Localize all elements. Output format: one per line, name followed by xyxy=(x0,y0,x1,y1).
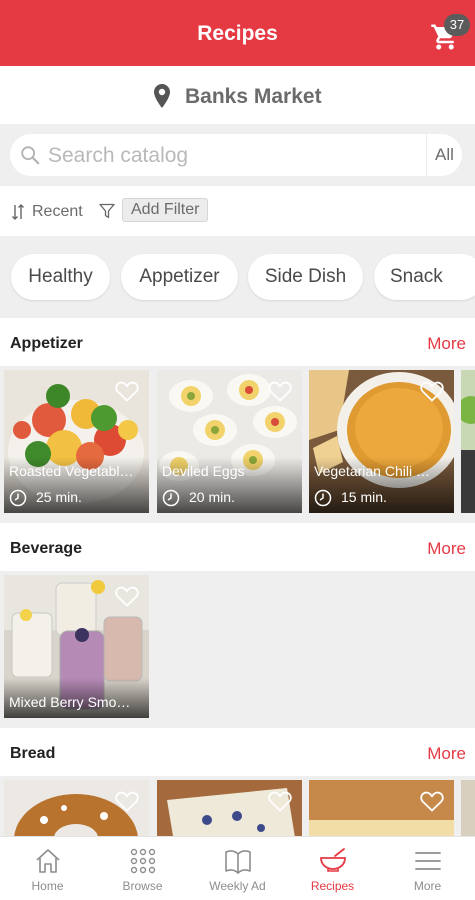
nav-home[interactable]: Home xyxy=(0,837,95,900)
chip-snack[interactable]: Snack xyxy=(374,254,475,300)
clock-icon xyxy=(9,489,27,507)
more-link[interactable]: More xyxy=(427,744,466,764)
recipe-name: Deviled Eggs xyxy=(162,463,245,479)
heart-icon[interactable] xyxy=(115,790,139,812)
recipe-card[interactable] xyxy=(157,780,302,836)
recipe-image xyxy=(461,370,475,513)
recipe-row-bread xyxy=(0,776,475,836)
nav-label: Browse xyxy=(122,879,163,893)
heart-icon[interactable] xyxy=(420,790,444,812)
recipe-card[interactable]: Deviled Eggs 20 min. xyxy=(157,370,302,513)
search-scope-button[interactable]: All xyxy=(426,134,462,176)
nav-label: Recipes xyxy=(310,879,355,893)
recipe-card-partial[interactable] xyxy=(461,370,475,513)
section-header-bread: Bread More xyxy=(0,728,475,776)
recipe-row-beverage: Mixed Berry Smo… xyxy=(0,571,475,727)
nav-label: Weekly Ad xyxy=(209,879,266,893)
home-icon xyxy=(36,849,60,873)
store-selector[interactable]: Banks Market xyxy=(0,66,475,124)
recipe-name: Mixed Berry Smo… xyxy=(9,694,131,710)
search-area: Search catalog All xyxy=(0,124,475,186)
recipe-name: Vegetarian Chili … xyxy=(314,463,430,479)
chip-side-dish[interactable]: Side Dish xyxy=(248,254,363,300)
sort-label[interactable]: Recent xyxy=(32,203,83,221)
recipe-image xyxy=(461,780,475,836)
recipe-card[interactable]: Mixed Berry Smo… xyxy=(4,575,149,718)
heart-icon[interactable] xyxy=(115,380,139,402)
clock-icon xyxy=(162,489,180,507)
nav-label: Home xyxy=(31,879,64,893)
cart-button[interactable]: 37 xyxy=(430,14,470,56)
search-icon xyxy=(21,146,40,165)
bowl-icon xyxy=(320,848,346,872)
filter-bar: Recent Add Filter xyxy=(0,186,475,236)
recipe-card[interactable]: Roasted Vegetabl… 25 min. xyxy=(4,370,149,513)
recipe-row-appetizer: Roasted Vegetabl… 25 min. Deviled Eggs 2… xyxy=(0,366,475,522)
recipe-card[interactable] xyxy=(309,780,454,836)
search-placeholder: Search catalog xyxy=(48,144,189,167)
recipe-card[interactable]: Vegetarian Chili … 15 min. xyxy=(309,370,454,513)
book-icon xyxy=(225,850,251,874)
recipe-time-label: 15 min. xyxy=(341,489,387,505)
section-title: Bread xyxy=(10,745,56,762)
filter-icon[interactable] xyxy=(99,203,115,219)
recipe-name: Roasted Vegetabl… xyxy=(9,463,134,479)
clock-icon xyxy=(314,489,332,507)
search-input[interactable]: Search catalog All xyxy=(10,134,462,176)
sort-icon[interactable] xyxy=(11,203,25,221)
chip-healthy[interactable]: Healthy xyxy=(11,254,110,300)
heart-icon[interactable] xyxy=(268,790,292,812)
cart-count-badge: 37 xyxy=(444,14,470,36)
nav-recipes[interactable]: Recipes xyxy=(285,837,380,900)
heart-icon[interactable] xyxy=(115,585,139,607)
recipe-time-label: 20 min. xyxy=(189,489,235,505)
nav-label: More xyxy=(413,879,442,893)
category-chips: Healthy Appetizer Side Dish Snack xyxy=(0,236,475,316)
section-header-beverage: Beverage More xyxy=(0,523,475,571)
more-link[interactable]: More xyxy=(427,539,466,559)
nav-browse[interactable]: Browse xyxy=(95,837,190,900)
more-link[interactable]: More xyxy=(427,334,466,354)
location-pin-icon xyxy=(154,84,170,108)
recipe-card-partial[interactable] xyxy=(461,780,475,836)
grid-icon xyxy=(130,848,156,874)
store-name: Banks Market xyxy=(185,85,322,108)
recipe-time-label: 25 min. xyxy=(36,489,82,505)
recipe-card[interactable] xyxy=(4,780,149,836)
section-header-appetizer: Appetizer More xyxy=(0,318,475,366)
menu-icon xyxy=(415,852,441,870)
bottom-nav: Home Browse Weekly Ad Recipes More xyxy=(0,836,475,900)
section-title: Appetizer xyxy=(10,335,83,352)
app-bar: Recipes 37 xyxy=(0,0,475,66)
heart-icon[interactable] xyxy=(268,380,292,402)
chip-appetizer[interactable]: Appetizer xyxy=(121,254,238,300)
nav-more[interactable]: More xyxy=(380,837,475,900)
section-title: Beverage xyxy=(10,540,83,557)
add-filter-button[interactable]: Add Filter xyxy=(122,198,209,222)
heart-icon[interactable] xyxy=(420,380,444,402)
nav-weekly-ad[interactable]: Weekly Ad xyxy=(190,837,285,900)
page-title: Recipes xyxy=(197,22,278,45)
